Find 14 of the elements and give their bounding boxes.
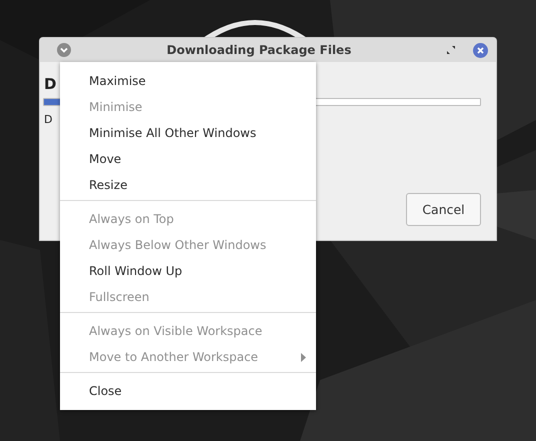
submenu-arrow-icon [301, 352, 306, 362]
menu-item[interactable]: Close [60, 378, 316, 404]
cancel-button[interactable]: Cancel [406, 193, 481, 226]
menu-item[interactable]: Maximise [60, 68, 316, 94]
restore-icon[interactable] [447, 46, 455, 54]
menu-icon[interactable] [57, 43, 71, 57]
heading: D [44, 74, 56, 95]
menu-item[interactable]: Move [60, 146, 316, 172]
menu-item[interactable]: Roll Window Up [60, 258, 316, 284]
window-title: Downloading Package Files [166, 43, 352, 57]
menu-item[interactable]: Minimise All Other Windows [60, 120, 316, 146]
menu-item[interactable]: Resize [60, 172, 316, 198]
status-text: D [44, 113, 52, 126]
close-icon[interactable] [473, 42, 488, 58]
